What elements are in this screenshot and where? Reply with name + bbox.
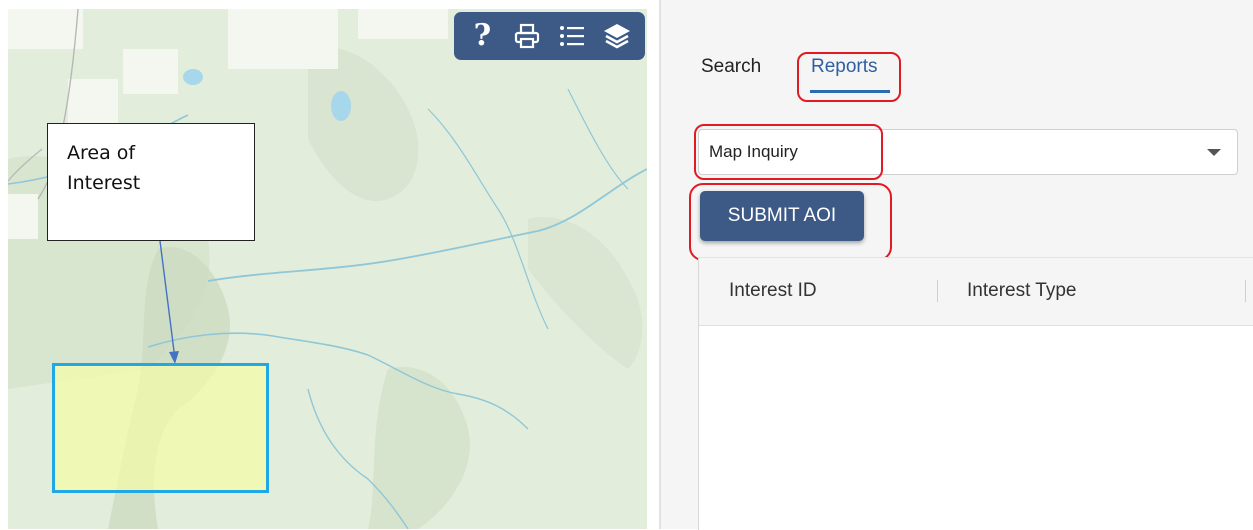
report-select-highlight: [694, 124, 883, 180]
chevron-down-icon: [1207, 149, 1221, 156]
submit-button-highlight: [689, 183, 892, 261]
column-separator[interactable]: [937, 280, 938, 302]
area-of-interest-callout: Area of Interest: [47, 123, 255, 241]
column-separator[interactable]: [1245, 280, 1246, 302]
area-of-interest-polygon[interactable]: [52, 363, 269, 493]
results-table: Interest ID Interest Type: [698, 257, 1253, 530]
callout-line-1: Area of: [67, 142, 136, 164]
column-header-interest-id[interactable]: Interest ID: [729, 280, 817, 302]
help-icon[interactable]: ?: [464, 18, 500, 54]
reports-panel: Search Reports Map Inquiry SUBMIT AOI In…: [661, 0, 1253, 530]
table-header: Interest ID Interest Type: [699, 258, 1253, 326]
map-view[interactable]: ? Area of Interest: [8, 9, 647, 529]
list-icon[interactable]: [554, 18, 590, 54]
map-toolbar: ?: [454, 12, 645, 60]
layers-icon[interactable]: [599, 18, 635, 54]
reports-tab-highlight: [797, 52, 901, 102]
print-icon[interactable]: [509, 18, 545, 54]
column-header-interest-type[interactable]: Interest Type: [967, 280, 1077, 302]
callout-line-2: Interest: [67, 172, 141, 194]
tab-search[interactable]: Search: [701, 56, 761, 78]
